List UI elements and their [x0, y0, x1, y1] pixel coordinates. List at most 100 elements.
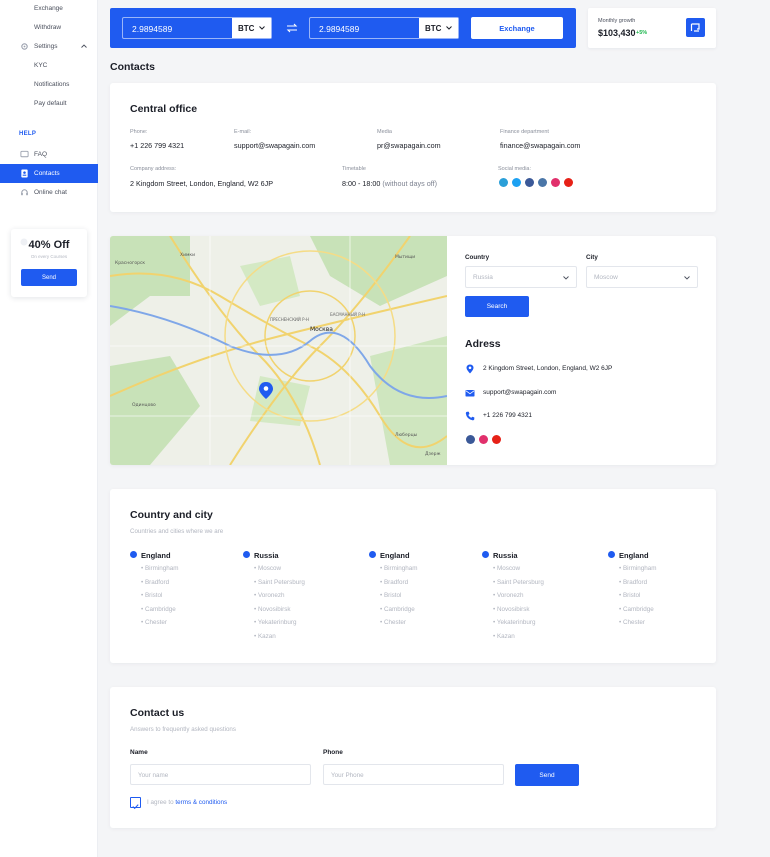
search-button[interactable]: Search	[465, 296, 529, 317]
city-value: Moscow	[594, 274, 618, 281]
finance-value[interactable]: finance@swapagain.com	[500, 141, 580, 150]
sidebar-item-notifications[interactable]: Notifications	[0, 75, 98, 94]
instagram-icon[interactable]	[551, 178, 560, 187]
sidebar-item-label: Contacts	[34, 170, 60, 177]
map[interactable]: Москва Красногорск Химки Одинцово ПРЕСНЕ…	[110, 236, 447, 465]
media-value[interactable]: pr@swapagain.com	[377, 141, 441, 150]
city-list-item: • Moscow	[254, 565, 282, 572]
map-label: Одинцово	[132, 402, 156, 408]
check-circle-icon	[369, 551, 376, 558]
agree-label: I agree to	[147, 799, 174, 806]
headset-icon	[21, 189, 28, 196]
phone-value[interactable]: +1 226 799 4321	[130, 141, 184, 150]
name-placeholder: Your name	[138, 772, 169, 779]
twitter-icon[interactable]	[512, 178, 521, 187]
sidebar-item-pay-default[interactable]: Pay default	[0, 94, 98, 113]
phone-icon	[465, 411, 475, 421]
to-amount-field[interactable]: 2.9894589 BTC	[309, 17, 459, 39]
from-currency-value: BTC	[238, 23, 255, 33]
location-pin-icon	[466, 364, 474, 374]
city-list-item: • Voronezh	[493, 592, 524, 599]
city-list-item: • Chester	[380, 619, 407, 626]
to-amount-value[interactable]: 2.9894589	[319, 24, 359, 34]
swap-icon[interactable]	[286, 22, 298, 34]
map-label: ПРЕСНЕНСКИЙ Р-Н	[270, 317, 309, 322]
city-list-item: • Saint Petersburg	[493, 578, 544, 586]
city-list-item: • Moscow	[493, 565, 521, 572]
city-list-item: • Cambridge	[141, 605, 176, 613]
sidebar-item-faq[interactable]: FAQ	[0, 145, 98, 164]
sidebar-item-contacts[interactable]: Contacts	[0, 164, 98, 183]
finance-label: Finance department	[500, 129, 549, 135]
country-select[interactable]: Russia	[465, 266, 577, 288]
timetable-label: Timetable	[342, 166, 366, 172]
phone-input[interactable]: Your Phone	[323, 764, 504, 785]
facebook-icon[interactable]	[466, 435, 475, 444]
chart-icon	[690, 23, 700, 32]
city-list-item: • Birmingham	[619, 565, 657, 572]
growth-label: Monthly growth	[598, 18, 636, 24]
youtube-icon[interactable]	[564, 178, 573, 187]
growth-change: +5%	[636, 30, 648, 36]
check-circle-icon	[130, 551, 137, 558]
facebook-icon[interactable]	[525, 178, 534, 187]
promo-send-button[interactable]: Send	[21, 269, 77, 286]
map-label: Мытищи	[395, 254, 415, 260]
country-name: England	[619, 551, 649, 560]
address-label: Company address:	[130, 166, 177, 172]
exchange-button[interactable]: Exchange	[471, 17, 563, 39]
sidebar-item-withdraw[interactable]: Withdraw	[0, 18, 98, 37]
phone-label: Phone	[323, 749, 343, 756]
city-list-item: • Kazan	[254, 632, 276, 640]
exchange-bar: 2.9894589 BTC 2.9894589 BTC Exchange	[110, 8, 576, 48]
sidebar-item-label: Online chat	[34, 189, 67, 196]
map-label: Красногорск	[115, 260, 145, 266]
city-list-item: • Kazan	[493, 632, 515, 640]
map-city-label: Москва	[310, 326, 333, 333]
sidebar-item-settings[interactable]: Settings	[0, 37, 98, 56]
from-amount-field[interactable]: 2.9894589 BTC	[122, 17, 272, 39]
from-amount-value[interactable]: 2.9894589	[132, 24, 172, 34]
telegram-icon[interactable]	[499, 178, 508, 187]
email-label: E-mail:	[234, 129, 252, 135]
city-label: City	[586, 254, 598, 261]
from-currency-select[interactable]: BTC	[232, 18, 271, 38]
chevron-down-icon	[563, 276, 569, 280]
to-currency-select[interactable]: BTC	[419, 18, 458, 38]
phone-text[interactable]: +1 226 799 4321	[483, 412, 532, 419]
sidebar-item-label: KYC	[34, 62, 48, 69]
sidebar-item-online-chat[interactable]: Online chat	[0, 183, 98, 202]
country-city-card: Country and city Countries and cities wh…	[110, 489, 716, 663]
country-name: England	[141, 551, 171, 560]
map-label: Люберцы	[395, 432, 418, 438]
youtube-icon[interactable]	[492, 435, 501, 444]
phone-label: Phone:	[130, 129, 148, 135]
sidebar-item-label: Settings	[34, 43, 58, 50]
sidebar-item-exchange[interactable]: Exchange	[0, 0, 98, 18]
contact-us-title: Contact us	[130, 707, 185, 719]
terms-link[interactable]: terms & conditions	[175, 799, 227, 806]
mail-icon	[465, 390, 475, 397]
agree-checkbox[interactable]	[130, 797, 141, 810]
country-city-subtitle: Countries and cities where we are	[130, 528, 224, 535]
instagram-icon[interactable]	[479, 435, 488, 444]
vk-icon[interactable]	[538, 178, 547, 187]
address-value: 2 Kingdom Street, London, England, W2 6J…	[130, 179, 274, 188]
email-text[interactable]: support@swapagain.com	[483, 389, 556, 396]
promo-card: 40% Off On every Courses Send	[11, 229, 87, 297]
send-button[interactable]: Send	[515, 764, 579, 786]
check-circle-icon	[243, 551, 250, 558]
growth-chart-button[interactable]	[686, 18, 705, 37]
city-list-item: • Cambridge	[380, 605, 415, 613]
social-label: Social media:	[498, 166, 532, 172]
city-list-item: • Bristol	[619, 592, 641, 599]
email-value[interactable]: support@swapagain.com	[234, 141, 315, 150]
country-name: Russia	[254, 551, 279, 560]
city-select[interactable]: Moscow	[586, 266, 698, 288]
sidebar-item-kyc[interactable]: KYC	[0, 56, 98, 75]
chevron-up-icon[interactable]	[81, 44, 87, 48]
promo-subtitle: On every Courses	[30, 254, 68, 259]
name-input[interactable]: Your name	[130, 764, 311, 785]
check-circle-icon	[608, 551, 615, 558]
map-graphic: Москва Красногорск Химки Одинцово ПРЕСНЕ…	[110, 236, 447, 465]
